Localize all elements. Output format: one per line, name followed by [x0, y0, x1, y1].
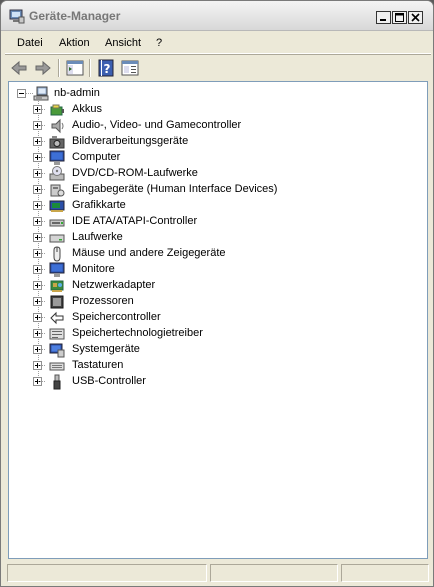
- network-adapter-icon: [50, 280, 64, 292]
- speaker-icon: [51, 118, 64, 134]
- forward-arrow-icon: [35, 60, 51, 76]
- help-icon: ?: [98, 59, 114, 77]
- device-tree[interactable]: nb-admin Akkus Audio-, Video- und Gamecon…: [8, 81, 428, 559]
- maximize-button[interactable]: [392, 11, 407, 24]
- storage-controller-icon: [50, 311, 64, 325]
- toolbar: ?: [5, 55, 431, 81]
- device-manager-icon: [9, 9, 25, 24]
- show-hide-console-tree-button[interactable]: [65, 58, 85, 78]
- tree-connector: [38, 125, 45, 126]
- tree-node-label: Akkus: [72, 103, 102, 115]
- menu-bar: Datei Aktion Ansicht ?: [5, 33, 431, 54]
- toolbar-separator: [89, 59, 91, 77]
- cd-drive-icon: [49, 166, 65, 181]
- minimize-button[interactable]: [376, 11, 391, 24]
- tree-connector: [38, 349, 45, 350]
- minimize-icon: [380, 19, 386, 21]
- tree-connector: [38, 157, 45, 158]
- tree-connector: [38, 365, 45, 366]
- properties-button[interactable]: [120, 58, 140, 78]
- status-panel: [210, 564, 338, 582]
- menu-aktion[interactable]: Aktion: [59, 37, 90, 49]
- status-panel: [341, 564, 429, 582]
- svg-text:?: ?: [104, 62, 111, 76]
- tree-connector: [38, 301, 45, 302]
- help-button[interactable]: ?: [96, 58, 116, 78]
- disk-drive-icon: [49, 234, 65, 243]
- device-manager-window: Geräte-Manager Datei Aktion Ansicht ? ? …: [0, 0, 434, 587]
- close-button[interactable]: [408, 11, 423, 24]
- display-adapter-icon: [49, 200, 65, 212]
- title-bar[interactable]: Geräte-Manager: [1, 1, 433, 31]
- camera-icon: [49, 136, 65, 149]
- keyboard-icon: [49, 362, 65, 371]
- tree-node-label: Prozessoren: [72, 295, 134, 307]
- processor-icon: [50, 295, 64, 309]
- tree-connector: [38, 237, 45, 238]
- close-icon: [411, 13, 420, 22]
- tree-connector: [38, 221, 45, 222]
- tree-node-label: Monitore: [72, 263, 115, 275]
- tree-connector: [38, 189, 45, 190]
- tree-connector: [38, 253, 45, 254]
- forward-button[interactable]: [33, 58, 53, 78]
- computer-icon: [33, 86, 49, 101]
- back-button[interactable]: [9, 58, 29, 78]
- tree-node-label: Mäuse und andere Zeigegeräte: [72, 247, 226, 259]
- tree-connector: [38, 205, 45, 206]
- collapse-toggle[interactable]: [17, 89, 26, 98]
- mouse-icon: [53, 246, 61, 262]
- ide-controller-icon: [49, 219, 65, 227]
- window-title: Geräte-Manager: [29, 9, 121, 23]
- tree-node-label: Tastaturen: [72, 359, 124, 371]
- menu-help[interactable]: ?: [156, 37, 162, 49]
- tree-connector: [38, 285, 45, 286]
- tree-connector: [38, 381, 45, 382]
- maximize-icon: [395, 13, 404, 22]
- toolbar-separator: [58, 59, 60, 77]
- tree-node-label: Bildverarbeitungsgeräte: [72, 135, 189, 147]
- tree-connector: [38, 269, 45, 270]
- menu-ansicht[interactable]: Ansicht: [105, 37, 141, 49]
- tree-connector: [26, 93, 33, 94]
- tree-connector: [38, 141, 45, 142]
- monitor-icon: [49, 150, 65, 165]
- tree-node-label: DVD/CD-ROM-Laufwerke: [72, 167, 198, 179]
- tree-node-label: Speichertechnologietreiber: [72, 327, 203, 339]
- tree-node-label: Laufwerke: [72, 231, 123, 243]
- usb-icon: [53, 374, 61, 390]
- back-arrow-icon: [11, 60, 27, 76]
- status-bar: [5, 562, 431, 582]
- tree-node-label: Netzwerkadapter: [72, 279, 156, 291]
- tree-node-label: Speichercontroller: [72, 311, 161, 323]
- tree-connector: [38, 109, 45, 110]
- system-devices-icon: [49, 343, 65, 358]
- tree-node-label: Eingabegeräte (Human Interface Devices): [72, 183, 278, 195]
- tree-node-label: Computer: [72, 151, 121, 163]
- tree-node-label: Grafikkarte: [72, 199, 126, 211]
- monitor-icon: [49, 262, 65, 277]
- tree-root-label: nb-admin: [54, 87, 100, 99]
- storage-driver-icon: [49, 328, 65, 340]
- status-panel: [7, 564, 207, 582]
- battery-icon: [50, 104, 64, 116]
- console-tree-icon: [66, 60, 84, 76]
- hid-icon: [50, 184, 65, 197]
- tree-connector: [38, 333, 45, 334]
- tree-connector: [38, 317, 45, 318]
- menu-datei[interactable]: Datei: [17, 37, 43, 49]
- tree-node-label: Audio-, Video- und Gamecontroller: [72, 119, 242, 131]
- properties-icon: [121, 60, 139, 76]
- tree-node-label: USB-Controller: [72, 375, 146, 387]
- tree-connector: [38, 173, 45, 174]
- tree-node-label: IDE ATA/ATAPI-Controller: [72, 215, 198, 227]
- tree-node-label: Systemgeräte: [72, 343, 140, 355]
